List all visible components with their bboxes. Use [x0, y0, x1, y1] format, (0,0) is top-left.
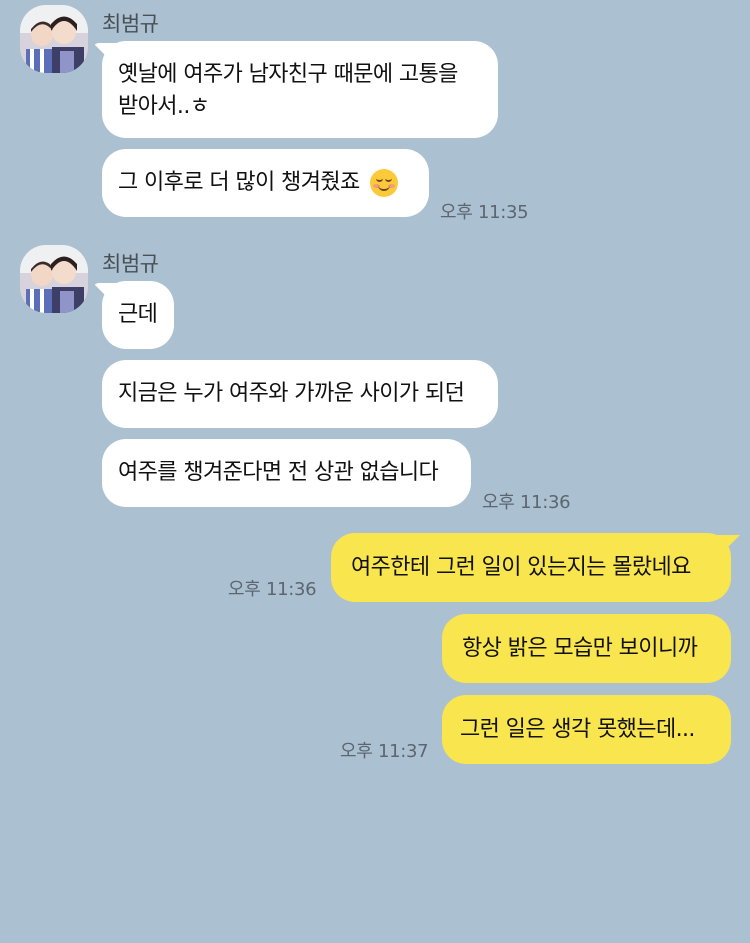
message-line: 받아서..ㅎ: [118, 94, 210, 119]
incoming-message[interactable]: 여주를 챙겨준다면 전 상관 없습니다: [102, 439, 471, 507]
incoming-message[interactable]: 근데: [102, 281, 174, 349]
timestamp: 오후 11:36: [228, 579, 317, 600]
outgoing-message[interactable]: 그런 일은 생각 못했는데...: [442, 695, 731, 764]
message-text: 여주한테 그런 일이 있는지는 몰랐네요: [351, 554, 691, 580]
outgoing-message[interactable]: 여주한테 그런 일이 있는지는 몰랐네요: [331, 533, 731, 602]
sender-name: 최범규: [102, 252, 159, 276]
incoming-message[interactable]: 옛날에 여주가 남자친구 때문에 고통을 받아서..ㅎ: [102, 41, 498, 138]
outgoing-message[interactable]: 항상 밝은 모습만 보이니까: [442, 614, 731, 683]
avatar[interactable]: [20, 5, 88, 73]
message-text: 그 이후로 더 많이 챙겨줬죠: [118, 170, 360, 195]
avatar[interactable]: [20, 245, 88, 313]
timestamp: 오후 11:37: [340, 741, 429, 762]
message-line: 옛날에 여주가 남자친구 때문에 고통을: [118, 62, 458, 87]
message-text: 여주를 챙겨준다면 전 상관 없습니다: [118, 460, 439, 485]
message-text: 근데: [118, 302, 158, 327]
chat-room: 최범규 옛날에 여주가 남자친구 때문에 고통을 받아서..ㅎ 그 이후로 더 …: [0, 0, 750, 943]
timestamp: 오후 11:35: [440, 202, 529, 223]
incoming-message[interactable]: 그 이후로 더 많이 챙겨줬죠: [102, 149, 429, 217]
incoming-message[interactable]: 지금은 누가 여주와 가까운 사이가 되던: [102, 360, 498, 428]
message-text: 그런 일은 생각 못했는데...: [460, 716, 695, 742]
message-text: 지금은 누가 여주와 가까운 사이가 되던: [118, 381, 465, 406]
timestamp: 오후 11:36: [482, 492, 571, 513]
smiling-face-icon: [369, 169, 398, 197]
sender-name: 최범규: [102, 12, 159, 36]
message-text: 항상 밝은 모습만 보이니까: [462, 635, 698, 661]
